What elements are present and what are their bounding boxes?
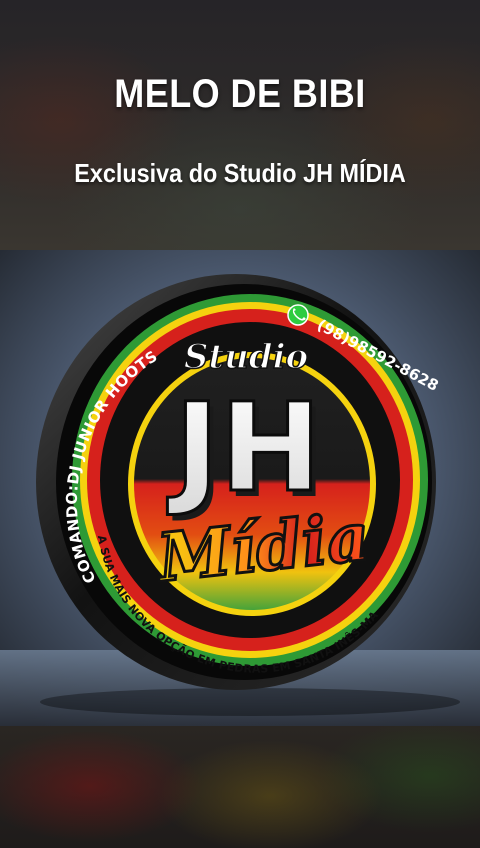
video-subtitle: Exclusiva do Studio JH MÍDIA [74,158,406,188]
logo-shadow [40,688,460,716]
whatsapp-icon [287,304,309,326]
blurred-background-bottom [0,726,480,848]
video-title: MELO DE BIBI [114,72,366,116]
blurred-background-top [0,0,480,250]
logo-image-panel: COMANDO:DJ JUNIOR HOOTS (98)98592-8628 A… [0,250,480,726]
logo-initials: JH [167,377,322,519]
logo-studio-word: Studio [184,337,308,377]
